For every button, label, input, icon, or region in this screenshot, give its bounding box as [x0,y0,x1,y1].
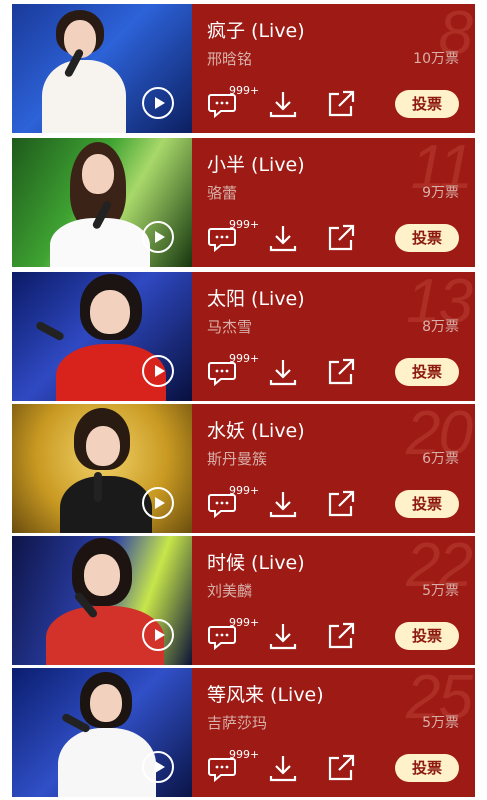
vote-count: 6万票 [422,451,459,467]
download-icon [269,92,297,118]
download-icon [269,756,297,782]
play-icon[interactable] [142,487,174,519]
download-icon [269,624,297,650]
vote-button[interactable]: 投票 [395,490,459,518]
share-button[interactable] [325,222,357,254]
download-button[interactable] [267,222,299,254]
video-thumbnail[interactable] [12,404,192,533]
song-title[interactable]: 小半 (Live) [207,150,305,177]
video-thumbnail[interactable] [12,668,192,797]
vote-button[interactable]: 投票 [395,358,459,386]
play-icon[interactable] [142,751,174,783]
download-button[interactable] [267,88,299,120]
vote-count: 8万票 [422,319,459,335]
share-button[interactable] [325,488,357,520]
comment-button[interactable]: 999+ [207,748,259,784]
share-icon [328,622,355,649]
song-title[interactable]: 疯子 (Live) [207,16,305,43]
vote-count: 10万票 [413,51,459,67]
artist-name[interactable]: 吉萨莎玛 [207,712,267,733]
song-card[interactable]: 25 等风来 (Live) 吉萨莎玛 5万票 999+ 投票 [12,668,475,797]
comment-count-badge: 999+ [229,748,260,761]
video-thumbnail[interactable] [12,536,192,665]
song-card[interactable]: 13 太阳 (Live) 马杰雪 8万票 999+ 投票 [12,272,475,401]
comment-count-badge: 999+ [229,352,260,365]
share-button[interactable] [325,620,357,652]
video-thumbnail[interactable] [12,138,192,267]
video-thumbnail[interactable] [12,4,192,133]
download-icon [269,226,297,252]
play-icon[interactable] [142,355,174,387]
comment-button[interactable]: 999+ [207,616,259,652]
vote-button[interactable]: 投票 [395,754,459,782]
comment-button[interactable]: 999+ [207,84,259,120]
comment-button[interactable]: 999+ [207,352,259,388]
vote-button[interactable]: 投票 [395,90,459,118]
artist-name[interactable]: 骆蕾 [207,182,237,203]
share-icon [328,358,355,385]
download-button[interactable] [267,752,299,784]
play-icon[interactable] [142,221,174,253]
comment-count-badge: 999+ [229,616,260,629]
song-card[interactable]: 22 时候 (Live) 刘美麟 5万票 999+ 投票 [12,536,475,665]
vote-button[interactable]: 投票 [395,622,459,650]
comment-button[interactable]: 999+ [207,218,259,254]
vote-count: 5万票 [422,715,459,731]
song-title[interactable]: 等风来 (Live) [207,680,324,707]
share-button[interactable] [325,356,357,388]
song-card[interactable]: 20 水妖 (Live) 斯丹曼簇 6万票 999+ 投票 [12,404,475,533]
song-title[interactable]: 水妖 (Live) [207,416,305,443]
comment-count-badge: 999+ [229,218,260,231]
artist-name[interactable]: 邢晗铭 [207,48,252,69]
vote-count: 5万票 [422,583,459,599]
share-icon [328,754,355,781]
song-title[interactable]: 太阳 (Live) [207,284,305,311]
share-button[interactable] [325,752,357,784]
song-card[interactable]: 8 疯子 (Live) 邢晗铭 10万票 999+ 投票 [12,4,475,133]
download-button[interactable] [267,488,299,520]
song-card[interactable]: 11 小半 (Live) 骆蕾 9万票 999+ 投票 [12,138,475,267]
comment-count-badge: 999+ [229,484,260,497]
share-button[interactable] [325,88,357,120]
share-icon [328,490,355,517]
comment-button[interactable]: 999+ [207,484,259,520]
comment-count-badge: 999+ [229,84,260,97]
share-icon [328,224,355,251]
artist-name[interactable]: 马杰雪 [207,316,252,337]
play-icon[interactable] [142,619,174,651]
artist-name[interactable]: 刘美麟 [207,580,252,601]
share-icon [328,90,355,117]
download-icon [269,492,297,518]
vote-button[interactable]: 投票 [395,224,459,252]
video-thumbnail[interactable] [12,272,192,401]
download-button[interactable] [267,356,299,388]
artist-name[interactable]: 斯丹曼簇 [207,448,267,469]
download-icon [269,360,297,386]
play-icon[interactable] [142,87,174,119]
vote-count: 9万票 [422,185,459,201]
song-title[interactable]: 时候 (Live) [207,548,305,575]
download-button[interactable] [267,620,299,652]
